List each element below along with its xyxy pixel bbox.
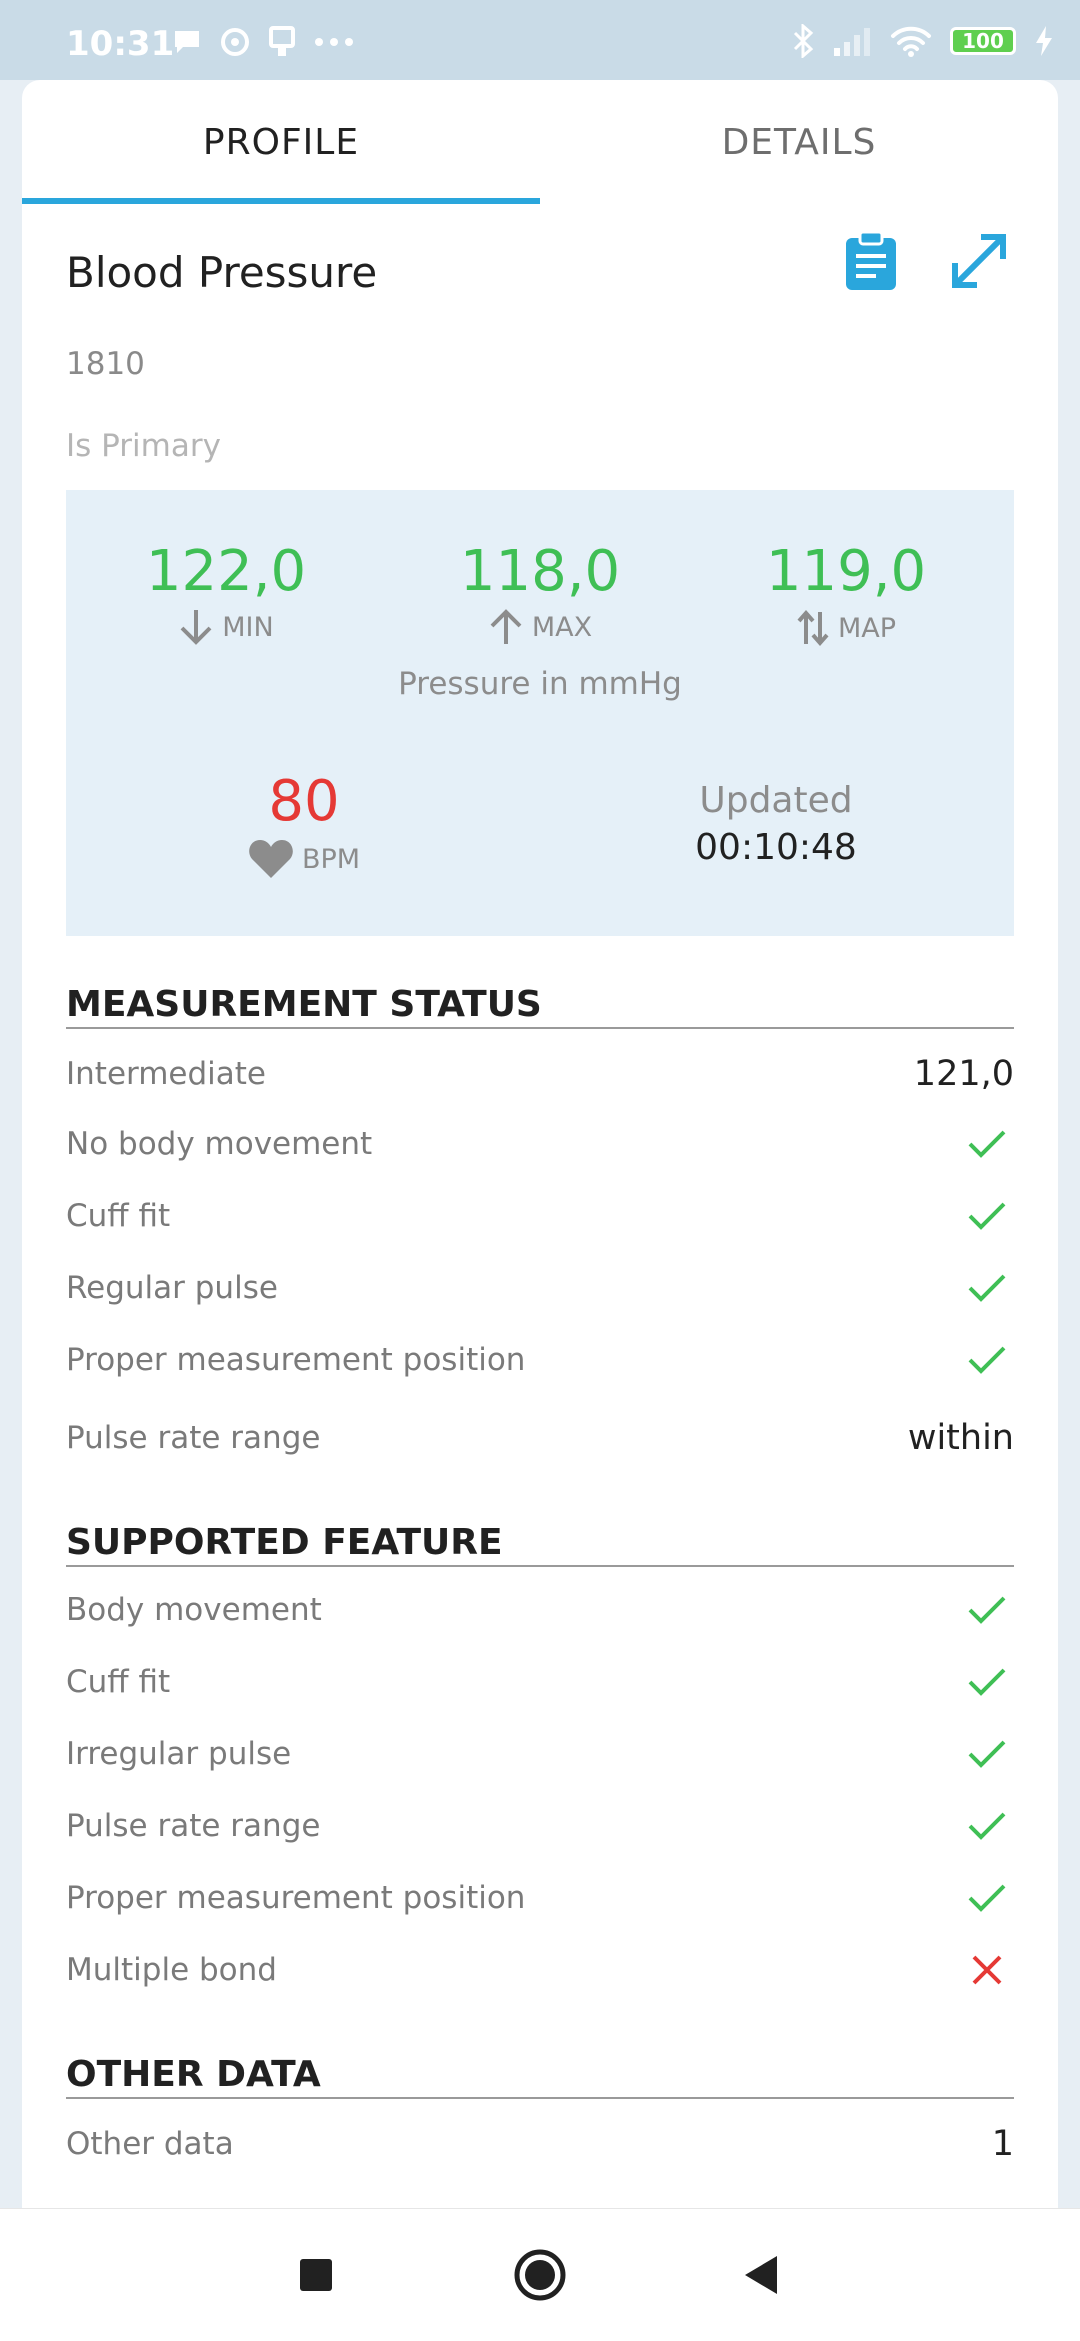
swap-vertical-icon [797,609,829,647]
arrow-up-icon [490,609,522,644]
map-value: 119,0 [765,539,927,604]
pulse-rate-range-value: within [907,1418,1014,1458]
profile-card: PROFILE DETAILS Blood Pressure 1810 Is P… [22,80,1058,2208]
chrome-icon [221,28,249,56]
other-data-row: Other data 1 [66,2124,1014,2164]
chat-icon [175,31,199,53]
check-icon [962,1191,1012,1241]
pulse-value: 80 [268,769,340,834]
check-icon [962,1729,1012,1779]
home-button[interactable] [480,2209,600,2341]
battery-icon: 100 [950,27,1016,55]
tab-profile[interactable]: PROFILE [22,80,540,204]
status-row-cuff-fit: Cuff fit [66,1186,1014,1246]
pulse-reading: 80 BPM [154,770,454,880]
navigation-bar [0,2208,1080,2341]
heart-icon [249,840,293,878]
pressure-caption: Pressure in mmHg [398,666,682,702]
supported-feature-title: SUPPORTED FEATURE [66,1522,1014,1567]
map-reading: 119,0 MAP [696,540,996,648]
back-icon [745,2256,777,2294]
min-reading: 122,0 MIN [76,540,376,646]
check-icon [962,1335,1012,1385]
other-data-value: 1 [991,2124,1014,2164]
profile-id: 1810 [66,346,145,382]
max-label-group: MAX [390,608,690,646]
map-label: MAP [837,612,897,644]
intermediate-value: 121,0 [913,1054,1014,1094]
status-row-pulse-rate-range: Pulse rate range within [66,1418,1014,1458]
recents-icon [300,2259,332,2291]
max-label: MAX [531,611,593,643]
status-row-proper-position: Proper measurement position [66,1330,1014,1390]
status-row-intermediate: Intermediate 121,0 [66,1054,1014,1094]
pulse-label-group: BPM [154,838,454,880]
status-time: 10:31 [66,24,175,64]
page-title: Blood Pressure [66,248,378,297]
bluetooth-icon [793,24,814,58]
tab-bar: PROFILE DETAILS [22,80,1058,204]
tab-indicator [22,198,540,204]
min-label-group: MIN [76,608,376,646]
tab-details[interactable]: DETAILS [540,80,1058,204]
feature-row-body-movement: Body movement [66,1580,1014,1640]
map-label-group: MAP [696,608,996,648]
recents-button[interactable] [256,2209,376,2341]
status-system-icons: 100 [792,24,1054,58]
cross-icon [962,1945,1012,1995]
cast-icon [269,26,295,56]
check-icon [962,1801,1012,1851]
check-icon [962,1119,1012,1169]
clipboard-icon [846,230,896,290]
min-value: 122,0 [145,539,307,604]
feature-row-pulse-rate-range: Pulse rate range [66,1796,1014,1856]
status-notification-icons [172,26,354,58]
updated-group: Updated 00:10:48 [626,780,926,868]
charging-icon [1036,26,1052,56]
check-icon [962,1657,1012,1707]
updated-label: Updated [699,780,853,821]
check-icon [962,1585,1012,1635]
min-label: MIN [222,611,274,643]
other-data-title: OTHER DATA [66,2054,1014,2099]
status-bar: 10:31 100 [0,0,1080,80]
primary-label: Is Primary [66,428,221,464]
status-row-no-body-movement: No body movement [66,1114,1014,1174]
expand-icon [952,234,1006,288]
readings-panel: 122,0 MIN 118,0 MAX 119,0 MAP Pressure i… [66,490,1014,936]
expand-button[interactable] [944,226,1014,296]
check-icon [962,1873,1012,1923]
back-button[interactable] [700,2209,820,2341]
feature-row-multiple-bond: Multiple bond [66,1940,1014,2000]
max-reading: 118,0 MAX [390,540,690,646]
status-row-regular-pulse: Regular pulse [66,1258,1014,1318]
arrow-down-icon [180,610,212,645]
feature-row-cuff-fit: Cuff fit [66,1652,1014,1712]
more-icon [315,38,353,46]
max-value: 118,0 [459,539,621,604]
pulse-label: BPM [301,843,361,875]
signal-icon [834,28,870,56]
feature-row-irregular-pulse: Irregular pulse [66,1724,1014,1784]
clipboard-button[interactable] [836,226,906,296]
feature-row-proper-position: Proper measurement position [66,1868,1014,1928]
check-icon [962,1263,1012,1313]
home-icon [514,2249,566,2301]
wifi-icon [891,26,931,57]
measurement-status-title: MEASUREMENT STATUS [66,984,1014,1029]
updated-value: 00:10:48 [695,827,857,868]
